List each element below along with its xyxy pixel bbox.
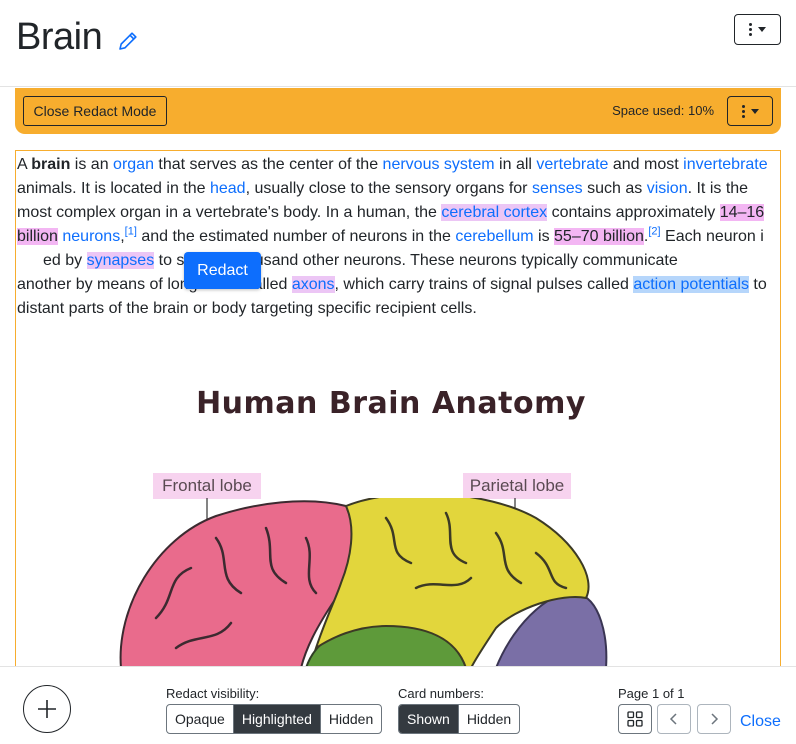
close-link[interactable]: Close bbox=[740, 713, 781, 731]
previous-page-button[interactable] bbox=[657, 704, 691, 734]
redacted-55-70-billion[interactable]: 55–70 billion bbox=[554, 228, 644, 245]
visibility-hidden-option[interactable]: Hidden bbox=[321, 705, 381, 733]
brain-illustration bbox=[119, 498, 608, 668]
link-vertebrate[interactable]: vertebrate bbox=[536, 156, 608, 173]
card-numbers-shown-option[interactable]: Shown bbox=[399, 705, 459, 733]
space-used-indicator: Space used: 10% bbox=[612, 103, 714, 118]
card-numbers-hidden-option[interactable]: Hidden bbox=[459, 705, 519, 733]
chevron-left-icon bbox=[669, 713, 677, 725]
card-numbers-label: Card numbers: bbox=[398, 686, 484, 701]
kebab-icon bbox=[749, 23, 752, 36]
kebab-icon bbox=[741, 104, 745, 118]
chevron-right-icon bbox=[711, 713, 719, 725]
citation-2[interactable]: [2] bbox=[648, 226, 660, 238]
redacted-synapses[interactable]: synapses bbox=[86, 252, 155, 269]
link-invertebrate[interactable]: invertebrate bbox=[683, 156, 768, 173]
close-redact-mode-button[interactable]: Close Redact Mode bbox=[23, 96, 167, 126]
visibility-highlighted-option[interactable]: Highlighted bbox=[233, 705, 321, 733]
article-paragraph: A brain is an organ that serves as the c… bbox=[17, 156, 768, 317]
next-page-button[interactable] bbox=[697, 704, 731, 734]
card-numbers-toggle: Shown Hidden bbox=[398, 704, 521, 734]
redact-visibility-label: Redact visibility: bbox=[166, 686, 260, 701]
grid-icon bbox=[627, 711, 643, 727]
caret-down-icon bbox=[750, 108, 759, 114]
footer-toolbar: Redact visibility: Opaque Highlighted Hi… bbox=[0, 666, 796, 744]
redact-popup-button[interactable]: Redact bbox=[184, 252, 261, 289]
grid-view-button[interactable] bbox=[618, 704, 652, 734]
add-button[interactable] bbox=[23, 685, 71, 733]
link-neurons[interactable]: neurons bbox=[62, 228, 120, 245]
visibility-opaque-option[interactable]: Opaque bbox=[167, 705, 234, 733]
page-indicator: Page 1 of 1 bbox=[618, 686, 685, 701]
plus-icon bbox=[38, 700, 56, 718]
link-nervous-system[interactable]: nervous system bbox=[383, 156, 495, 173]
pencil-icon[interactable] bbox=[116, 29, 140, 53]
link-senses[interactable]: senses bbox=[532, 180, 583, 197]
page-title: Brain bbox=[16, 16, 103, 58]
options-menu-button[interactable] bbox=[734, 14, 781, 45]
selected-action-potentials[interactable]: action potentials bbox=[633, 276, 749, 293]
redact-visibility-toggle: Opaque Highlighted Hidden bbox=[166, 704, 383, 734]
link-cerebellum[interactable]: cerebellum bbox=[455, 228, 533, 245]
frontal-lobe-label: Frontal lobe bbox=[153, 473, 261, 499]
link-vision[interactable]: vision bbox=[647, 180, 688, 197]
page-header: Brain bbox=[0, 0, 796, 87]
redacted-axons[interactable]: axons bbox=[291, 276, 335, 293]
citation-1[interactable]: [1] bbox=[125, 226, 137, 238]
parietal-lobe-label: Parietal lobe bbox=[463, 473, 571, 499]
redact-mode-bar: Close Redact Mode Space used: 10% bbox=[15, 88, 781, 134]
link-organ[interactable]: organ bbox=[113, 156, 154, 173]
link-head[interactable]: head bbox=[210, 180, 246, 197]
diagram-title: Human Brain Anatomy bbox=[196, 386, 586, 421]
caret-down-icon bbox=[758, 27, 766, 32]
redact-options-button[interactable] bbox=[727, 96, 773, 126]
redacted-cerebral-cortex[interactable]: cerebral cortex bbox=[441, 204, 548, 221]
